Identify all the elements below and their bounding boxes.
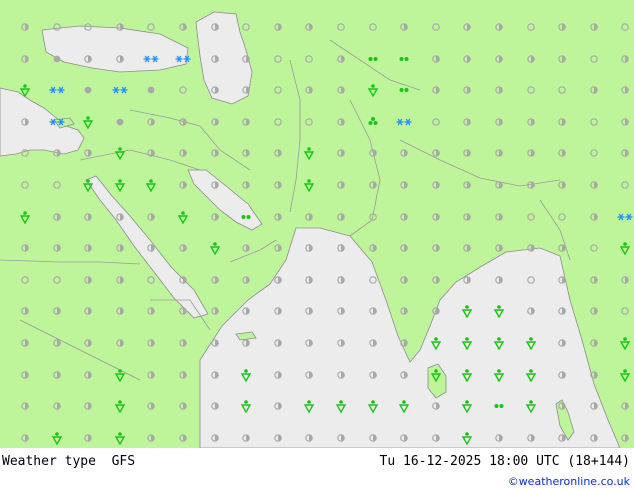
valid-time: Tu 16-12-2025 18:00 UTC (18+144): [379, 454, 630, 469]
dry-dot-icon: [84, 86, 92, 94]
dry-dot-icon: [147, 86, 155, 94]
product-label: Weather type GFS: [2, 454, 135, 469]
dry-dot-icon: [116, 118, 124, 126]
weather-map: [0, 0, 634, 448]
model-name: GFS: [111, 454, 136, 469]
dry-dot-icon: [53, 55, 61, 63]
credit-link[interactable]: ©weatheronline.co.uk: [508, 475, 630, 488]
product-name: Weather type: [2, 454, 96, 469]
map-footer: Weather type GFS Tu 16-12-2025 18:00 UTC…: [0, 448, 634, 490]
map-canvas: [0, 0, 634, 448]
